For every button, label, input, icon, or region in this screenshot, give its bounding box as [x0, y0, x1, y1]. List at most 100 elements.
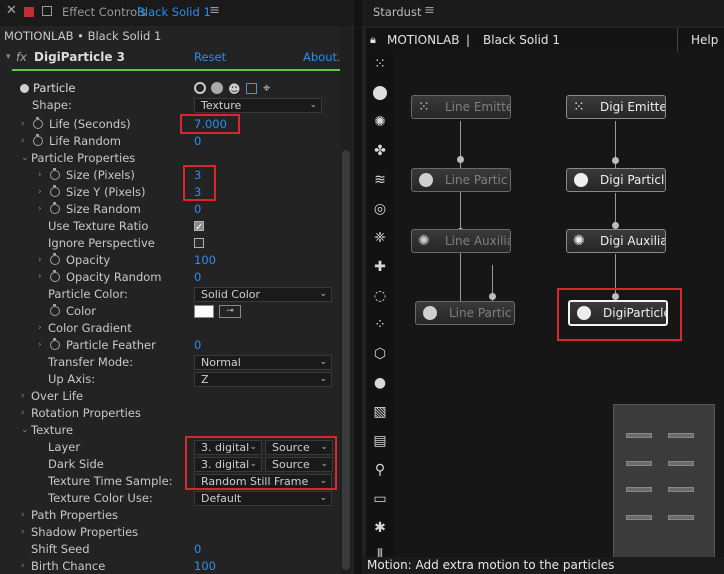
particle-color-dropdown[interactable]: Solid Color ⌄ — [194, 287, 332, 302]
collapse-icon[interactable]: ▾ — [6, 47, 11, 67]
size-random-value[interactable]: 0 — [194, 201, 201, 218]
node-canvas[interactable]: ⁙ Line Emitte Line Partic ✺ Line Auxilia… — [394, 52, 724, 558]
text-layer-icon[interactable]: ▤ — [369, 430, 391, 452]
turbulence-icon[interactable]: ✤ — [369, 140, 391, 162]
wave-icon[interactable]: ≋ — [369, 169, 391, 191]
box-type-icon[interactable] — [246, 83, 257, 94]
expand-icon[interactable]: › — [21, 558, 25, 574]
expand-icon[interactable]: › — [21, 524, 25, 541]
highlight-box — [180, 114, 240, 134]
lights-icon[interactable]: ⚲ — [369, 459, 391, 481]
tab-stardust[interactable]: Stardust — [373, 5, 421, 19]
node-port[interactable] — [457, 156, 464, 163]
expand-icon[interactable]: › — [38, 320, 42, 337]
stopwatch-icon[interactable] — [50, 270, 60, 282]
rotation-properties-group[interactable]: › Rotation Properties — [0, 405, 336, 422]
particle-row: Particle ☻ ⌖ — [0, 80, 336, 97]
replicator-icon[interactable]: ❈ — [369, 227, 391, 249]
model-icon[interactable]: ⬡ — [369, 343, 391, 365]
collapse-icon[interactable]: ⌄ — [21, 422, 29, 439]
target-type-icon[interactable]: ⌖ — [263, 80, 270, 97]
chevron-down-icon: ⌄ — [319, 374, 327, 384]
collapse-icon[interactable]: ⌄ — [21, 150, 29, 167]
scrollbar-thumb[interactable] — [342, 150, 350, 570]
expand-icon[interactable]: › — [38, 167, 42, 184]
node-line-emitter[interactable]: ⁙ Line Emitte — [411, 95, 511, 119]
life-random-value[interactable]: 0 — [194, 133, 201, 150]
lock-icon[interactable]: 🔒︎ — [370, 28, 376, 52]
stopwatch-icon[interactable] — [50, 338, 60, 350]
stopwatch-icon[interactable] — [50, 185, 60, 197]
use-texture-ratio-checkbox[interactable] — [194, 219, 204, 236]
stopwatch-icon[interactable] — [50, 253, 60, 265]
motion-icon[interactable]: ◌ — [369, 285, 391, 307]
minimap[interactable] — [613, 404, 715, 558]
particle-icon[interactable] — [369, 82, 391, 104]
particle-type-icon[interactable] — [194, 82, 206, 94]
stopwatch-icon[interactable] — [50, 202, 60, 214]
sphere-type-icon[interactable] — [211, 82, 223, 94]
expand-icon[interactable]: › — [21, 388, 25, 405]
help-button[interactable]: Help — [691, 28, 718, 52]
node-port[interactable] — [612, 157, 619, 164]
plane-icon[interactable]: ▧ — [369, 401, 391, 423]
node-digi-emitter[interactable]: ⁙ Digi Emitte — [566, 95, 666, 119]
ignore-perspective-checkbox[interactable] — [194, 238, 204, 248]
node-port[interactable] — [612, 222, 619, 229]
lock-icon[interactable] — [24, 7, 34, 17]
expand-icon[interactable]: › — [38, 184, 42, 201]
shift-seed-value[interactable]: 0 — [194, 541, 201, 558]
add-icon[interactable]: ✚ — [369, 256, 391, 278]
up-axis-dropdown[interactable]: Z ⌄ — [194, 372, 332, 387]
texture-color-dropdown[interactable]: Default ⌄ — [194, 491, 332, 506]
birth-chance-value[interactable]: 100 — [194, 558, 216, 574]
stopwatch-icon[interactable] — [33, 117, 43, 129]
stopwatch-icon[interactable] — [50, 304, 60, 316]
particle-properties-group[interactable]: ⌄ Particle Properties — [0, 150, 336, 167]
sphere-icon[interactable]: ● — [369, 372, 391, 394]
color-swatch[interactable] — [194, 305, 214, 318]
stopwatch-icon[interactable] — [50, 168, 60, 180]
effect-active-bar — [12, 69, 340, 71]
color-gradient-row[interactable]: › Color Gradient — [0, 320, 336, 337]
eyedropper-icon[interactable]: ⊸ — [219, 305, 241, 318]
close-icon[interactable]: ✕ — [6, 3, 17, 18]
effect-header[interactable]: ▾ fx DigiParticle 3 Reset About... — [0, 47, 348, 67]
group-icon[interactable]: ⁘ — [369, 314, 391, 336]
tab-effect-controls[interactable]: Effect Controls — [62, 5, 146, 19]
expand-icon[interactable]: › — [38, 337, 42, 354]
expand-icon[interactable]: › — [21, 133, 25, 150]
expand-icon[interactable]: › — [38, 201, 42, 218]
node-digi-auxiliary[interactable]: ✺ Digi Auxilia — [566, 229, 666, 253]
shape-dropdown[interactable]: Texture ⌄ — [194, 98, 322, 113]
node-line-particle[interactable]: Line Partic — [411, 168, 511, 192]
stopwatch-icon[interactable] — [33, 134, 43, 146]
node-port[interactable] — [489, 293, 496, 300]
opacity-random-value[interactable]: 0 — [194, 269, 201, 286]
expand-icon[interactable]: › — [38, 269, 42, 286]
expand-icon[interactable]: › — [21, 507, 25, 524]
auxiliary-icon[interactable]: ✺ — [369, 111, 391, 133]
expand-icon[interactable]: › — [21, 405, 25, 422]
emitter-icon[interactable]: ⁙ — [369, 53, 391, 75]
opacity-value[interactable]: 100 — [194, 252, 216, 269]
path-properties-group[interactable]: › Path Properties — [0, 507, 336, 524]
transfer-mode-dropdown[interactable]: Normal ⌄ — [194, 355, 332, 370]
shape-icon[interactable]: ▭ — [369, 488, 391, 510]
shadow-properties-group[interactable]: › Shadow Properties — [0, 524, 336, 541]
over-life-group[interactable]: › Over Life — [0, 388, 336, 405]
node-line-particle-2[interactable]: Line Partic — [415, 301, 515, 325]
panel-splitter[interactable] — [354, 0, 362, 574]
expand-icon[interactable]: › — [21, 116, 25, 133]
node-line-auxiliary[interactable]: ✺ Line Auxilia — [411, 229, 511, 253]
node-digi-particle[interactable]: Digi Particl — [566, 168, 666, 192]
reset-link[interactable]: Reset — [194, 47, 226, 67]
tab-layer-name[interactable]: Black Solid 1 — [137, 5, 211, 19]
expand-icon[interactable]: › — [38, 252, 42, 269]
menu-icon[interactable]: ≡ — [424, 3, 435, 18]
physics-icon[interactable]: ✱ — [369, 517, 391, 539]
attractor-icon[interactable]: ◎ — [369, 198, 391, 220]
particle-feather-value[interactable]: 0 — [194, 337, 201, 354]
face-type-icon[interactable]: ☻ — [228, 81, 241, 98]
menu-icon[interactable]: ≡ — [209, 3, 220, 18]
